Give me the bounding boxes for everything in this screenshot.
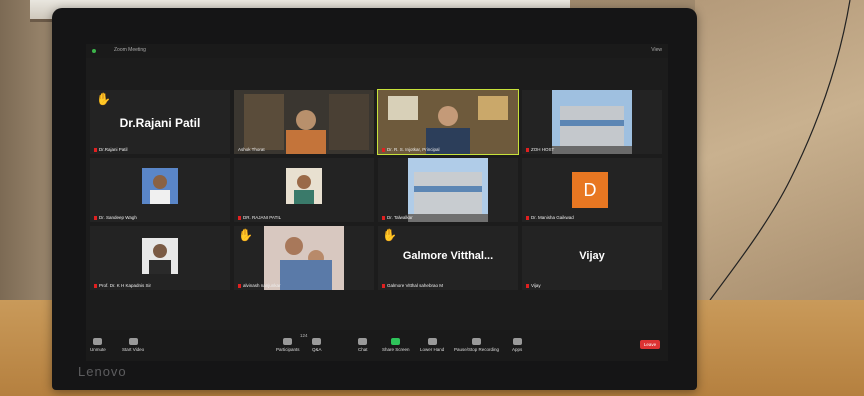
raised-hand-icon: ✋ <box>96 92 111 106</box>
lower-hand-button[interactable]: Lower Hand <box>420 338 444 352</box>
security-icon[interactable] <box>92 49 96 53</box>
share-screen-button[interactable]: Share Screen <box>382 338 410 352</box>
participant-video <box>234 90 374 154</box>
participants-icon <box>283 338 293 345</box>
laptop-brand-logo: Lenovo <box>78 364 127 379</box>
raised-hand-icon: ✋ <box>238 228 253 242</box>
participant-name: Dr. Talwalkar <box>382 215 413 220</box>
start-video-button[interactable]: Start Video <box>122 338 144 352</box>
gallery-grid: ✋ Dr.Rajani Patil Dr.Rajani Patil Ashok … <box>90 89 664 322</box>
participant-name: Vijay <box>526 283 541 288</box>
participant-video <box>552 90 632 154</box>
muted-mic-icon <box>526 215 529 220</box>
participant-name: alvinash nanjunkar <box>238 283 281 288</box>
muted-mic-icon <box>94 215 97 220</box>
participant-name: DR. RAJANI PATIL <box>238 215 281 220</box>
participant-display-name: Vijay <box>579 250 605 262</box>
participant-tile[interactable]: Ashok Thorat <box>234 90 374 154</box>
participant-tile[interactable]: Dr. Sandeep Wagh <box>90 158 230 222</box>
participant-tile[interactable]: ZOH HOST <box>522 90 662 154</box>
pause-recording-button[interactable]: Pause/Stop Recording <box>454 338 499 352</box>
participant-tile[interactable]: ✋ Dr.Rajani Patil Dr.Rajani Patil <box>90 90 230 154</box>
participant-tile[interactable]: Vijay Vijay <box>522 226 662 290</box>
view-button[interactable]: View <box>651 47 662 53</box>
participant-tile[interactable]: DR. RAJANI PATIL <box>234 158 374 222</box>
participant-video <box>378 90 518 154</box>
muted-mic-icon <box>94 147 97 152</box>
participant-video <box>408 158 488 222</box>
recording-icon <box>472 338 482 345</box>
participant-tile[interactable]: Prof. Dr. K H Kapadnis Sir <box>90 226 230 290</box>
meeting-toolbar: Unmute Start Video Participants 124 Q&A … <box>86 330 668 361</box>
participant-photo <box>142 168 178 204</box>
participant-name: Ashok Thorat <box>238 147 265 152</box>
participant-name: Dr. Sandeep Wagh <box>94 215 137 220</box>
window-title: Zoom Meeting <box>114 47 146 53</box>
qa-button[interactable]: Q&A <box>312 338 322 352</box>
participant-name: Dr.Rajani Patil <box>94 147 128 152</box>
chat-button[interactable]: Chat <box>358 338 368 352</box>
chat-icon <box>358 338 368 345</box>
participant-video <box>264 226 344 290</box>
muted-mic-icon <box>382 283 385 288</box>
participant-name: Galmore Vitthal sahebrao M <box>382 283 443 288</box>
participant-photo <box>286 168 322 204</box>
raised-hand-icon: ✋ <box>382 228 397 242</box>
participant-tile[interactable]: D Dr. Manisha Gaikwad <box>522 158 662 222</box>
participants-button[interactable]: Participants <box>276 338 300 352</box>
participant-display-name: Galmore Vitthal... <box>402 250 494 262</box>
muted-mic-icon <box>238 283 241 288</box>
hand-icon <box>427 338 437 345</box>
leave-button[interactable]: Leave <box>640 340 660 349</box>
qa-icon <box>312 338 322 345</box>
apps-button[interactable]: Apps <box>512 338 522 352</box>
share-screen-icon <box>391 338 401 345</box>
participant-name: Prof. Dr. K H Kapadnis Sir <box>94 283 151 288</box>
participant-name: Dr. R. S. Injotkar, Principal <box>382 147 440 152</box>
participant-tile[interactable]: ✋ Galmore Vitthal... Galmore Vitthal sah… <box>378 226 518 290</box>
participant-name: ZOH HOST <box>526 147 554 152</box>
participant-tile[interactable]: ✋ alvinash nanjunkar <box>234 226 374 290</box>
zoom-window: Zoom Meeting View ✋ Dr.Rajani Patil Dr.R… <box>86 44 668 361</box>
participant-tile-active-speaker[interactable]: Dr. R. S. Injotkar, Principal <box>377 89 519 155</box>
participant-display-name: Dr.Rajani Patil <box>119 116 201 130</box>
participant-photo <box>142 238 178 274</box>
participants-count: 124 <box>300 333 308 338</box>
apps-icon <box>512 338 522 345</box>
muted-mic-icon <box>382 215 385 220</box>
title-bar: Zoom Meeting View <box>86 44 668 58</box>
participant-tile[interactable]: Dr. Talwalkar <box>378 158 518 222</box>
participant-avatar: D <box>572 172 608 208</box>
camera-icon <box>128 338 138 345</box>
muted-mic-icon <box>238 215 241 220</box>
muted-mic-icon <box>526 147 529 152</box>
wall-cable <box>709 0 851 300</box>
microphone-icon <box>93 338 103 345</box>
muted-mic-icon <box>526 283 529 288</box>
participant-name: Dr. Manisha Gaikwad <box>526 215 574 220</box>
muted-mic-icon <box>94 283 97 288</box>
muted-mic-icon <box>382 147 385 152</box>
unmute-button[interactable]: Unmute <box>90 338 106 352</box>
